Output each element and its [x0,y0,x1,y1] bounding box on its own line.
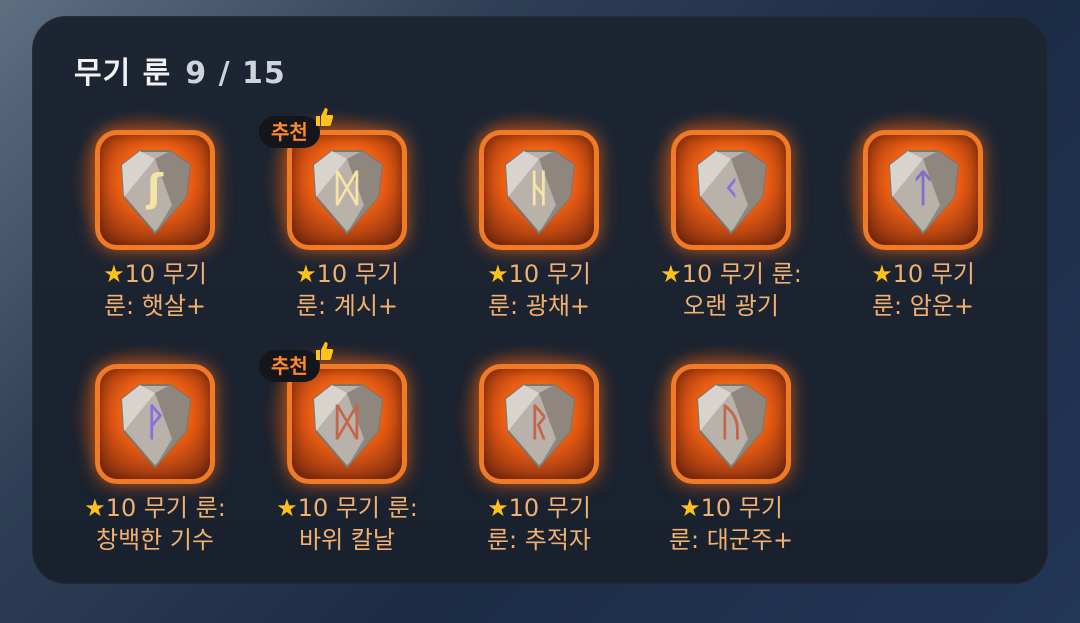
rune-label-line2: 룬: 햇살+ [103,292,207,320]
rune-stone-icon: ᛏ [888,150,960,235]
rune-label-line1: 10 무기 룬: [105,494,226,522]
star-icon: ★ [660,260,682,288]
rune-stone-icon: ᛞ [312,150,384,235]
rune-label-line2: 오랜 광기 [683,292,779,320]
star-icon: ★ [276,494,298,522]
star-icon: ★ [295,260,317,288]
recommended-label: 추천 [271,354,308,378]
rune-slot[interactable]: ᚲ ★10 무기 룬: 오랜 광기 [611,108,802,348]
rune-icon-button[interactable]: ᚱ [479,364,599,484]
rune-stone-icon: ᚱ [504,384,576,469]
rune-stone-icon: ʃ [120,150,192,235]
star-icon: ★ [487,494,509,522]
rune-label-line2: 바위 칼날 [299,526,395,554]
rune-count: 9 / 15 [185,56,286,91]
thumbs-up-icon [315,342,333,360]
rune-label-line2: 창백한 기수 [95,526,215,554]
rune-slot[interactable]: ᚺ ★10 무기룬: 광채+ [419,108,609,348]
rune-icon-button[interactable]: ᚺ [479,130,599,250]
rune-label-line1: 10 무기 룬: [681,260,802,288]
rune-icon-button[interactable]: ᚲ [671,130,791,250]
rune-slot[interactable]: ᚢ ★10 무기룬: 대군주+ [611,342,801,582]
rune-glyph: ᚺ [528,166,551,210]
rune-label-line1: 10 무기 [508,494,591,522]
rune-glyph: ᚲ [720,166,743,210]
rune-label: ★10 무기룬: 계시+ [267,258,427,322]
rune-label-line2: 룬: 암운+ [871,292,975,320]
rune-stone-icon: ᛞ [312,384,384,469]
star-icon: ★ [103,260,125,288]
rune-stone-icon: ᚢ [696,384,768,469]
rune-slot[interactable]: ᚹ ★10 무기 룬: 창백한 기수 [35,342,226,582]
rune-glyph: ᚢ [720,400,743,444]
rune-label: ★10 무기 룬: 바위 칼날 [267,492,427,556]
rune-glyph: ᛞ [336,166,359,210]
rune-slot[interactable]: ᚱ ★10 무기룬: 추적자 [419,342,609,582]
rune-icon-button[interactable]: ᚹ [95,364,215,484]
recommended-badge: 추천 [259,108,333,148]
rune-label-line1: 10 무기 [124,260,207,288]
panel-title: 무기 룬 9 / 15 [74,48,286,92]
rune-label: ★10 무기룬: 대군주+ [651,492,811,556]
rune-glyph: ᛞ [336,400,359,444]
rune-label-line1: 10 무기 룬: [297,494,418,522]
rune-icon-button[interactable]: ᚢ [671,364,791,484]
rune-label-line2: 룬: 계시+ [295,292,399,320]
rune-slot[interactable]: ᛞ 추천 ★10 무기 룬: 바위 칼날 [227,342,418,582]
rune-label-line1: 10 무기 [316,260,399,288]
rune-label-line2: 룬: 대군주+ [668,526,794,554]
rune-label-line2: 룬: 추적자 [486,526,592,554]
star-icon: ★ [679,494,701,522]
rune-label: ★10 무기 룬: 창백한 기수 [75,492,235,556]
recommended-badge: 추천 [259,342,333,382]
rune-label: ★10 무기룬: 추적자 [459,492,619,556]
rune-label-line1: 10 무기 [892,260,975,288]
rune-icon-button[interactable]: ᛏ [863,130,983,250]
rune-stone-icon: ᚹ [120,384,192,469]
rune-glyph: ʃ [145,166,164,210]
rune-stone-icon: ᚲ [696,150,768,235]
rune-label: ★10 무기 룬: 오랜 광기 [651,258,811,322]
recommended-label: 추천 [271,120,308,144]
rune-slot[interactable]: ʃ ★10 무기룬: 햇살+ [35,108,225,348]
rune-label: ★10 무기룬: 햇살+ [75,258,235,322]
star-icon: ★ [487,260,509,288]
rune-icon-button[interactable]: ʃ [95,130,215,250]
rune-icon-button[interactable]: ᛞ [287,130,407,250]
star-icon: ★ [84,494,106,522]
rune-slot[interactable]: ᛏ ★10 무기룬: 암운+ [803,108,993,348]
thumbs-up-icon [315,108,333,126]
rune-label-line1: 10 무기 [508,260,591,288]
rune-glyph: ᛏ [912,166,935,210]
title-text: 무기 룬 [74,56,172,91]
rune-icon-button[interactable]: ᛞ [287,364,407,484]
rune-label: ★10 무기룬: 광채+ [459,258,619,322]
rune-stone-icon: ᚺ [504,150,576,235]
rune-slot[interactable]: ᛞ 추천 ★10 무기룬: 계시+ [227,108,417,348]
rune-label-line1: 10 무기 [700,494,783,522]
star-icon: ★ [871,260,893,288]
rune-label-line2: 룬: 광채+ [487,292,591,320]
rune-glyph: ᚹ [144,400,167,444]
rune-label: ★10 무기룬: 암운+ [843,258,1003,322]
rune-glyph: ᚱ [528,400,551,444]
